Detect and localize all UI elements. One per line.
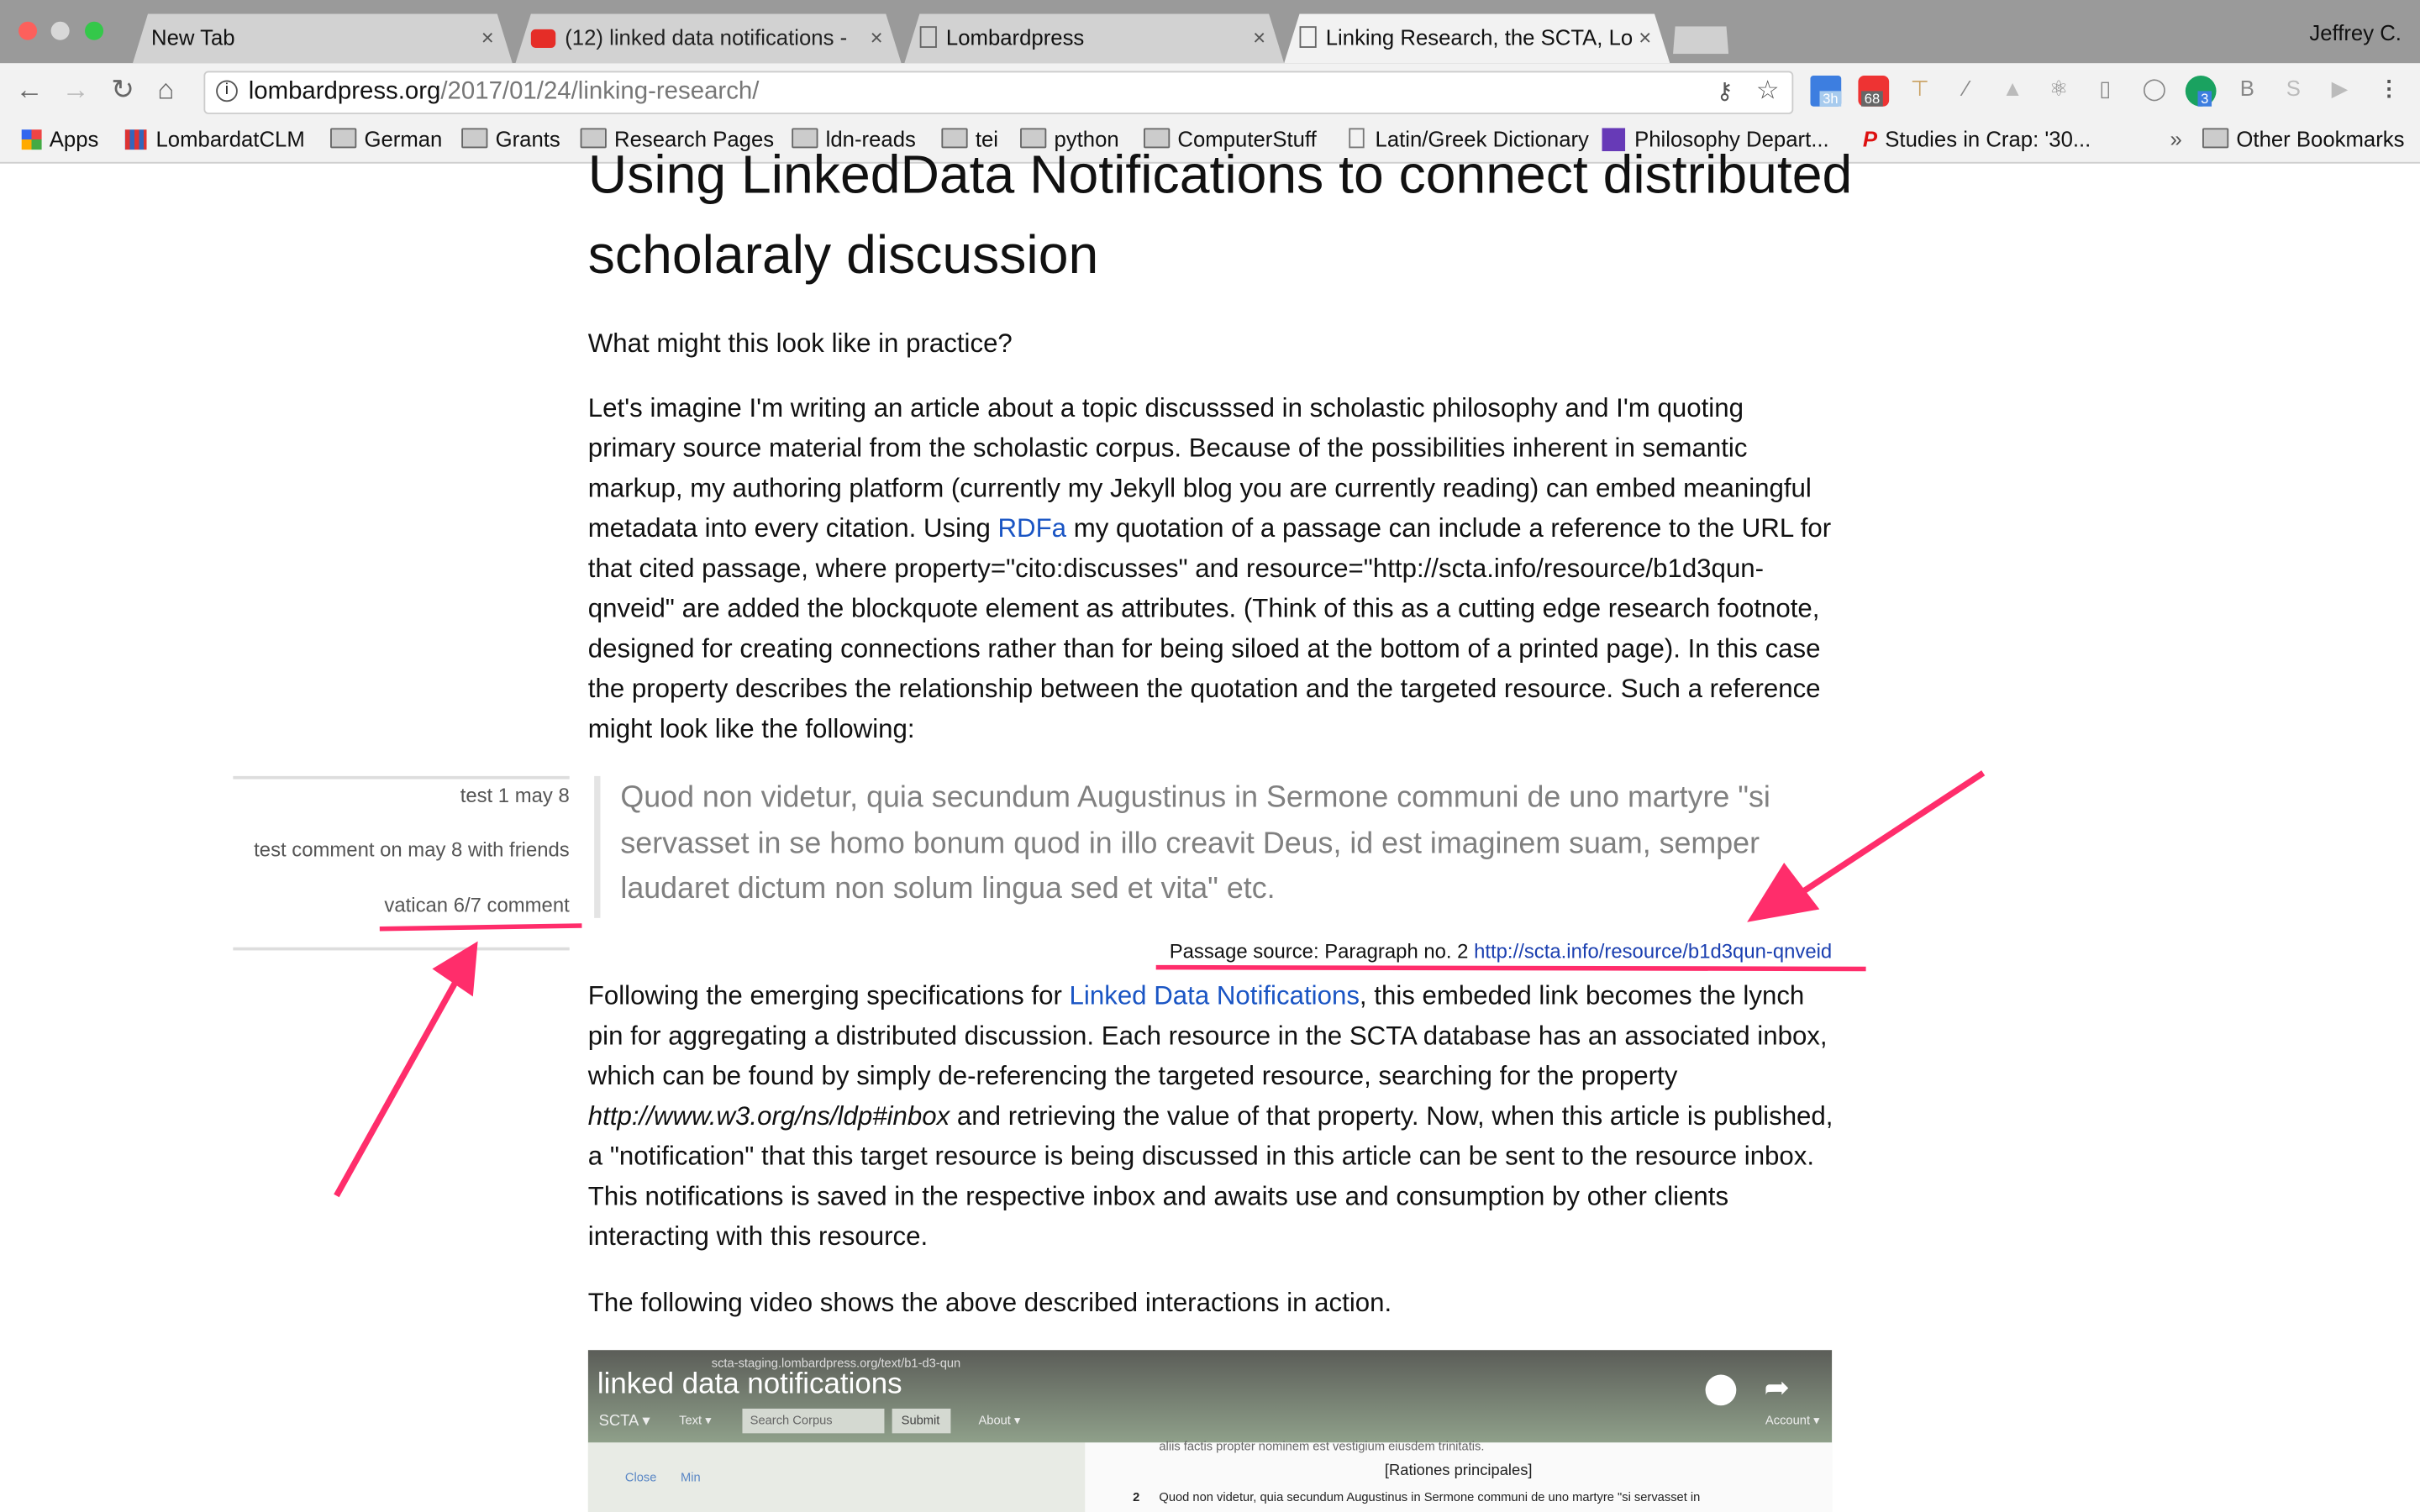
annotation-arrow-head — [1747, 862, 1820, 922]
annotation-underline-comment — [379, 923, 582, 932]
annotation-underline-source — [1155, 964, 1866, 972]
annotation-arrow-shaft — [334, 978, 460, 1198]
annotation-arrow-shaft — [1796, 770, 1986, 898]
browser-window: New Tab × (12) linked data notifications … — [0, 0, 2420, 1512]
annotation-overlay — [334, 770, 1986, 1198]
